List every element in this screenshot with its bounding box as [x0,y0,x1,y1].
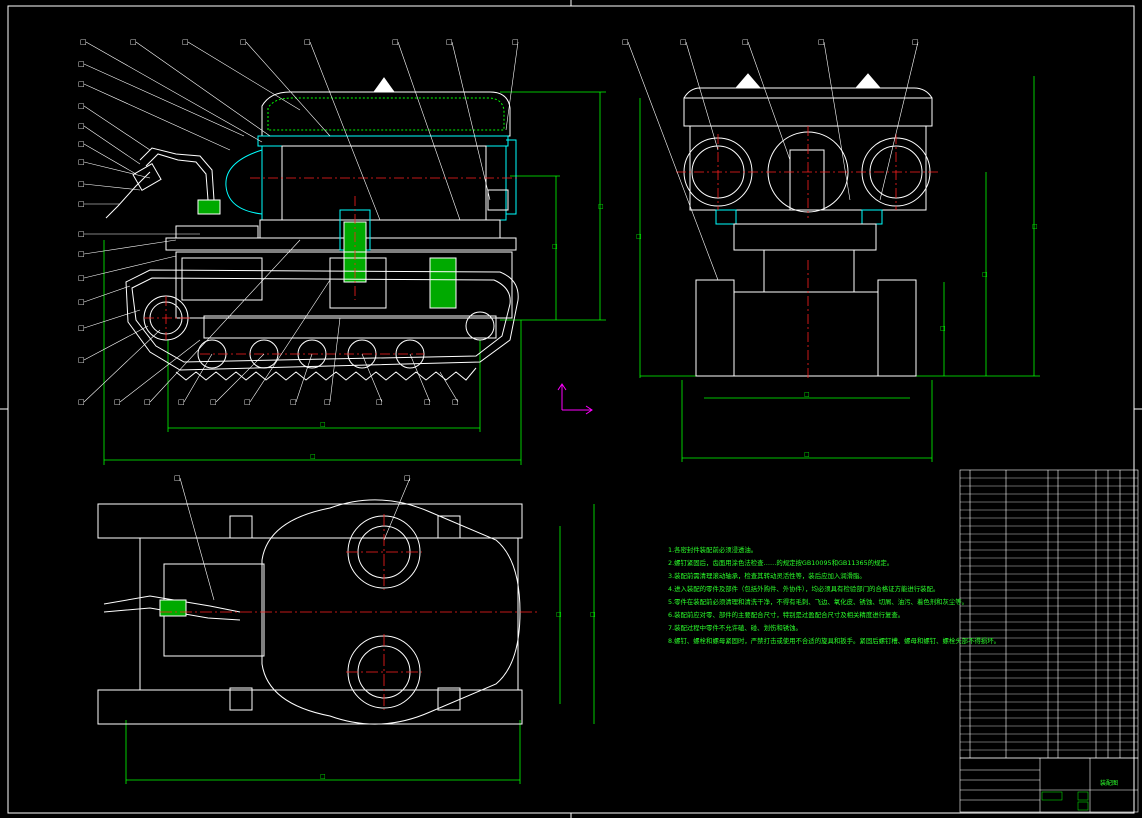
parts-rows [960,477,1138,751]
svg-text:□: □ [982,271,988,278]
svg-text:□: □ [290,398,297,406]
svg-text:□: □ [940,325,946,332]
requirement-8: 8.螺钉、螺栓和螺母紧固时，严禁打击或使用不合适的旋具和扳手。紧固后螺钉槽、螺母… [668,637,1001,645]
ucs-icon [557,383,593,415]
svg-text:□: □ [452,398,459,406]
svg-text:□: □ [78,180,85,188]
requirement-1: 1.各密封件装配前必须浸透油。 [668,546,758,554]
svg-text:□: □ [78,324,85,332]
svg-text:□: □ [78,102,85,110]
requirement-2: 2.螺钉紧固后，齿面用涂色法检查……的规定按GB10095和GB11365的规定… [668,559,894,567]
svg-text:□: □ [78,122,85,130]
svg-text:□: □ [144,398,151,406]
top-view [97,499,595,784]
svg-text:□: □ [304,38,311,46]
requirement-3: 3.装配前需清理滚动轴承，检查其转动灵活性等，装后应加入润滑脂。 [668,572,866,580]
cad-drawing-canvas: □ □ □ □ □ □ □ □ □ □ □ □ □ □ □ □ □ □ □ □ … [0,0,1142,818]
svg-text:□: □ [324,398,331,406]
svg-text:□: □ [78,274,85,282]
svg-text:□: □ [818,38,825,46]
svg-text:□: □ [310,453,316,460]
svg-text:□: □ [78,298,85,306]
svg-text:□: □ [392,38,399,46]
svg-text:□: □ [680,38,687,46]
technical-requirements: 1.各密封件装配前必须浸透油。 2.螺钉紧固后，齿面用涂色法检查……的规定按GB… [668,544,1001,648]
svg-text:□: □ [804,451,810,458]
svg-text:□: □ [404,474,411,482]
svg-text:□: □ [552,243,558,250]
svg-text:□: □ [376,398,383,406]
svg-text:□: □ [78,356,85,364]
dimension-labels: □ □ □ □ □ □ □ □ □ □ □ □ □ [310,203,1038,780]
svg-text:□: □ [1032,223,1038,230]
svg-text:□: □ [424,398,431,406]
svg-text:□: □ [182,38,189,46]
requirement-7: 7.装配过程中零件不允许磕、碰、划伤和锈蚀。 [668,624,802,632]
svg-text:□: □ [240,38,247,46]
svg-text:□: □ [320,421,326,428]
svg-text:□: □ [598,203,604,210]
svg-text:□: □ [446,38,453,46]
svg-text:□: □ [590,611,596,618]
requirement-5: 5.零件在装配前必须清理和清洗干净，不得有毛刺、飞边、氧化皮、锈蚀、切屑、油污、… [668,598,969,606]
balloon-labels: □ □ □ □ □ □ □ □ □ □ □ □ □ □ □ □ □ □ □ □ … [78,38,919,482]
svg-text:□: □ [80,38,87,46]
svg-text:□: □ [78,140,85,148]
svg-text:□: □ [210,398,217,406]
svg-text:□: □ [174,474,181,482]
svg-text:□: □ [912,38,919,46]
title-block-title: 装配图 [1100,780,1119,787]
svg-text:□: □ [512,38,519,46]
svg-text:□: □ [130,38,137,46]
svg-text:□: □ [556,611,562,618]
svg-text:□: □ [742,38,749,46]
svg-text:□: □ [244,398,251,406]
front-view [639,73,1040,462]
requirement-4: 4.进入装配的零件及部件（包括外购件、外协件），均必须具有检验部门的合格证方能进… [668,585,940,593]
svg-text:□: □ [78,230,85,238]
svg-text:□: □ [622,38,629,46]
svg-text:□: □ [78,398,85,406]
svg-text:□: □ [804,391,810,398]
svg-text:□: □ [636,233,642,240]
svg-text:□: □ [78,200,85,208]
svg-text:□: □ [78,250,85,258]
svg-text:□: □ [78,158,85,166]
svg-text:□: □ [114,398,121,406]
requirement-6: 6.装配前应对零、部件的主要配合尺寸，特别是过盈配合尺寸及相关精度进行复查。 [668,611,905,619]
svg-text:□: □ [320,773,326,780]
svg-text:□: □ [78,60,85,68]
svg-text:□: □ [178,398,185,406]
title-block-green [1041,791,1089,811]
svg-text:□: □ [78,80,85,88]
